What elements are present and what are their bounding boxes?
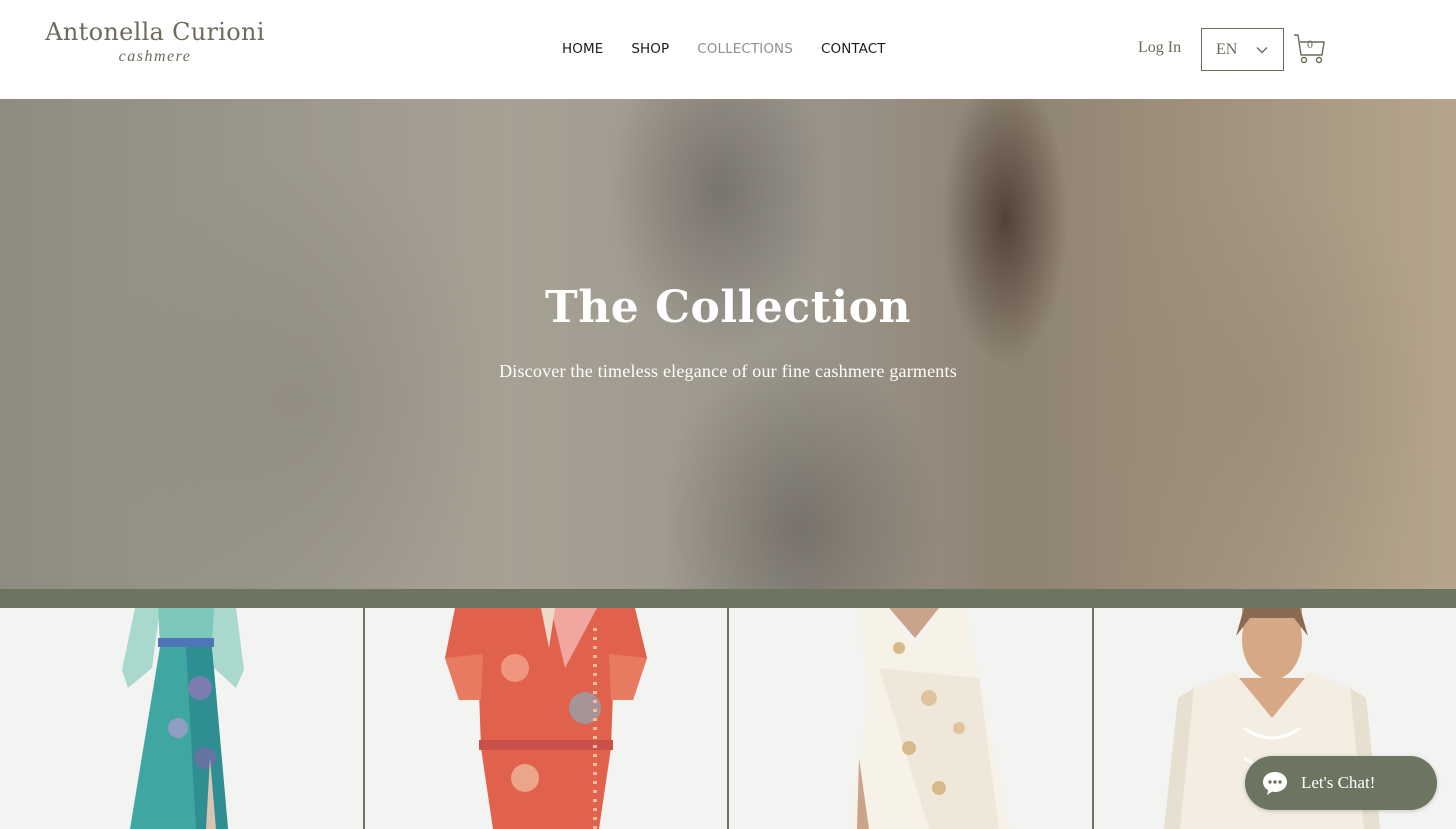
language-selector-value: EN [1216,40,1238,58]
product-image [729,608,1092,829]
main-nav: HOME SHOP COLLECTIONS CONTACT [548,40,900,58]
gallery-item-coral-print-dress[interactable] [364,608,727,829]
nav-item-contact[interactable]: CONTACT [807,40,900,58]
cart-button[interactable]: 0 [1292,31,1328,67]
cart-count: 0 [1307,37,1313,51]
nav-item-home[interactable]: HOME [548,40,617,58]
language-selector[interactable]: EN [1201,28,1284,71]
chat-bubble-icon [1263,772,1287,795]
accent-band [0,589,1456,608]
product-image [0,608,363,829]
collection-gallery [0,608,1456,829]
nav-item-shop[interactable]: SHOP [617,40,683,58]
brand-logo[interactable]: Antonella Curioni cashmere [40,18,270,66]
chat-label: Let's Chat! [1301,773,1376,792]
brand-tagline: cashmere [118,48,192,65]
chevron-down-icon [1256,47,1268,54]
gallery-item-turquoise-floral-gown[interactable] [0,608,363,829]
chat-button[interactable]: Let's Chat! [1245,756,1437,810]
brand-name: Antonella Curioni [45,18,265,46]
login-link[interactable]: Log In [1138,39,1181,57]
product-image [364,608,727,829]
hero-subtitle: Discover the timeless elegance of our fi… [499,361,957,381]
hero-banner: The Collection Discover the timeless ele… [0,99,1456,589]
hero-title: The Collection [544,282,911,333]
site-header: Antonella Curioni cashmere HOME SHOP COL… [0,0,1456,99]
nav-item-collections[interactable]: COLLECTIONS [683,40,807,58]
gallery-item-white-embroidered-dress[interactable] [729,608,1092,829]
